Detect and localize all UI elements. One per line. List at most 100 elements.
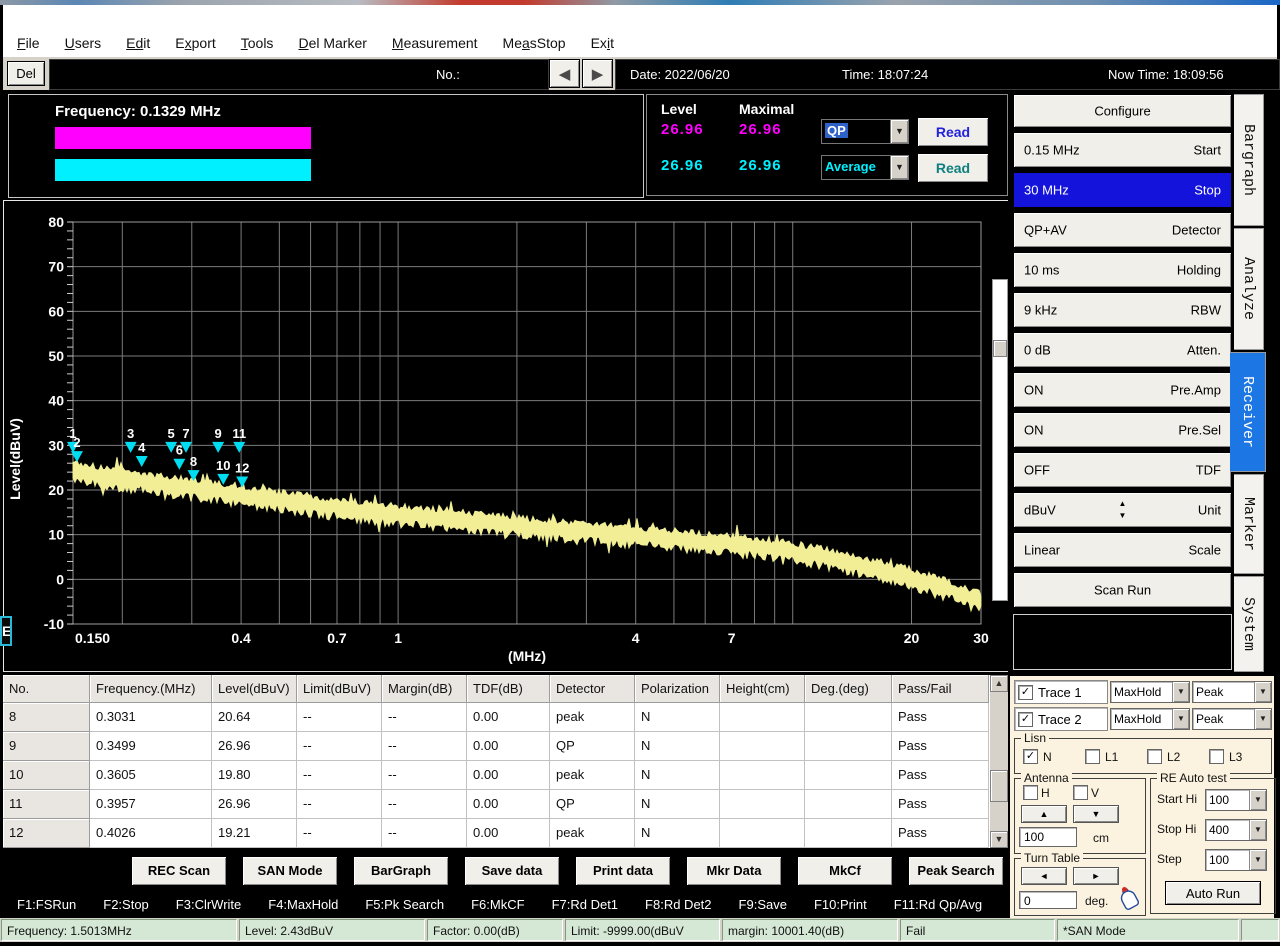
- scroll-down-icon[interactable]: ▼: [990, 831, 1008, 848]
- chevron-down-icon[interactable]: ▼: [1254, 709, 1271, 729]
- antenna-h-label: H: [1041, 786, 1050, 800]
- re-row-label: Start Hi: [1157, 792, 1197, 806]
- table-row[interactable]: 90.349926.96----0.00QPNPass: [3, 732, 1008, 761]
- mkr-data-button[interactable]: Mkr Data: [686, 856, 782, 886]
- softkey-detector[interactable]: QP+AVDetector: [1013, 212, 1232, 248]
- turn-left-button[interactable]: ◄: [1021, 867, 1067, 885]
- antenna-down-button[interactable]: ▼: [1073, 805, 1119, 823]
- softkey-holding[interactable]: 10 msHolding: [1013, 252, 1232, 288]
- tab-marker[interactable]: Marker: [1234, 474, 1264, 574]
- softkey-value: 9 kHz: [1024, 303, 1057, 318]
- softkey-pre-amp[interactable]: ONPre.Amp: [1013, 372, 1232, 408]
- table-scrollbar-thumb[interactable]: [990, 770, 1008, 802]
- softkey-label: Atten.: [1187, 343, 1221, 358]
- softkey-scan-run[interactable]: Scan Run: [1013, 572, 1232, 608]
- trace-2-detector-select[interactable]: Peak▼: [1192, 708, 1272, 730]
- trace-2-toggle[interactable]: ✓Trace 2: [1014, 707, 1108, 731]
- softkey-unit[interactable]: dBuVUnit▲▼: [1013, 492, 1232, 528]
- re-stop-hi-select[interactable]: 400▼: [1205, 819, 1267, 841]
- table-cell: QP: [550, 790, 635, 819]
- table-cell: N: [635, 761, 720, 790]
- tab-system[interactable]: System: [1234, 576, 1264, 672]
- bargraph-frequency-label: Frequency: 0.1329 MHz: [55, 103, 221, 120]
- svg-text:30: 30: [973, 630, 989, 646]
- softkey-atten[interactable]: 0 dBAtten.: [1013, 332, 1232, 368]
- antenna-v-checkbox[interactable]: [1073, 785, 1088, 800]
- san-mode-button[interactable]: SAN Mode: [242, 856, 338, 886]
- peak-search-button[interactable]: Peak Search: [908, 856, 1004, 886]
- lisn-l1-checkbox[interactable]: [1085, 749, 1100, 764]
- re-start-hi-select[interactable]: 100▼: [1205, 789, 1267, 811]
- next-record-button[interactable]: ▶: [582, 59, 613, 88]
- tab-analyze[interactable]: Analyze: [1234, 228, 1264, 350]
- softkey-stop[interactable]: 30 MHzStop: [1013, 172, 1232, 208]
- softkey-scale[interactable]: LinearScale: [1013, 532, 1232, 568]
- chevron-down-icon[interactable]: ▼: [1172, 709, 1189, 729]
- trace-1-mode-select[interactable]: MaxHold▼: [1110, 681, 1190, 703]
- table-scrollbar[interactable]: ▲▼: [990, 675, 1008, 848]
- menu-item-edit[interactable]: Edit: [126, 35, 150, 51]
- lisn-l2-checkbox[interactable]: [1147, 749, 1162, 764]
- lisn-n-checkbox[interactable]: ✓: [1023, 749, 1038, 764]
- spectrum-chart: 80706050403020100-100.1500.40.71472030(M…: [4, 201, 1007, 671]
- rec-scan-button[interactable]: REC Scan: [131, 856, 227, 886]
- prev-record-button[interactable]: ◀: [549, 59, 580, 88]
- chevron-down-icon[interactable]: ▼: [1249, 790, 1266, 810]
- antenna-h-checkbox[interactable]: [1023, 785, 1038, 800]
- mkcf-button[interactable]: MkCf: [797, 856, 893, 886]
- menu-item-del-marker[interactable]: Del Marker: [298, 35, 366, 51]
- menu-item-file[interactable]: File: [17, 35, 40, 51]
- chevron-down-icon[interactable]: ▼: [890, 156, 908, 179]
- re-step-select[interactable]: 100▼: [1205, 849, 1267, 871]
- trace-1-checkbox[interactable]: ✓: [1018, 685, 1033, 700]
- table-row[interactable]: 110.395726.96----0.00QPNPass: [3, 790, 1008, 819]
- softkey-configure[interactable]: Configure: [1013, 94, 1232, 128]
- read-button-2[interactable]: Read: [917, 153, 989, 183]
- chart-scrollbar-thumb[interactable]: [993, 340, 1007, 357]
- menu-item-export[interactable]: Export: [175, 35, 215, 51]
- tab-bargraph[interactable]: Bargraph: [1234, 94, 1264, 226]
- softkey-rbw[interactable]: 9 kHzRBW: [1013, 292, 1232, 328]
- detector-select-qp[interactable]: QP▼: [821, 119, 909, 144]
- chevron-down-icon[interactable]: ▼: [1172, 682, 1189, 702]
- tab-receiver[interactable]: Receiver: [1230, 352, 1266, 472]
- read-button-1[interactable]: Read: [917, 117, 989, 147]
- antenna-height-input[interactable]: 100: [1019, 827, 1077, 847]
- chevron-down-icon[interactable]: ▼: [1254, 682, 1271, 702]
- chevron-down-icon[interactable]: ▼: [1249, 850, 1266, 870]
- chevron-down-icon[interactable]: ▼: [1249, 820, 1266, 840]
- table-row[interactable]: 120.402619.21----0.00peakNPass: [3, 819, 1008, 848]
- spin-down-icon[interactable]: ▼: [1119, 512, 1127, 520]
- turn-angle-input[interactable]: 0: [1019, 891, 1077, 909]
- column-header-no: No.: [3, 675, 90, 703]
- bargraph-button[interactable]: BarGraph: [353, 856, 449, 886]
- spin-up-icon[interactable]: ▲: [1119, 500, 1127, 508]
- menu-item-measurement[interactable]: Measurement: [392, 35, 478, 51]
- print-data-button[interactable]: Print data: [575, 856, 671, 886]
- table-row[interactable]: 80.303120.64----0.00peakNPass: [3, 703, 1008, 732]
- chevron-down-icon[interactable]: ▼: [890, 120, 908, 143]
- antenna-up-button[interactable]: ▲: [1021, 805, 1067, 823]
- menu-item-users[interactable]: Users: [65, 35, 102, 51]
- trace-2-checkbox[interactable]: ✓: [1018, 712, 1033, 727]
- menu-item-exit[interactable]: Exit: [591, 35, 614, 51]
- softkey-pre-sel[interactable]: ONPre.Sel: [1013, 412, 1232, 448]
- trace-1-toggle[interactable]: ✓Trace 1: [1014, 680, 1108, 704]
- del-button[interactable]: Del: [7, 61, 45, 86]
- softkey-label: Holding: [1177, 263, 1221, 278]
- turn-right-button[interactable]: ►: [1073, 867, 1119, 885]
- trace-1-detector-select[interactable]: Peak▼: [1192, 681, 1272, 703]
- chart-vertical-scrollbar[interactable]: [992, 279, 1008, 601]
- softkey-tdf[interactable]: OFFTDF: [1013, 452, 1232, 488]
- softkey-label: Scale: [1188, 543, 1221, 558]
- trace-2-mode-select[interactable]: MaxHold▼: [1110, 708, 1190, 730]
- softkey-start[interactable]: 0.15 MHzStart: [1013, 132, 1232, 168]
- table-row[interactable]: 100.360519.80----0.00peakNPass: [3, 761, 1008, 790]
- menu-item-measstop[interactable]: MeasStop: [503, 35, 566, 51]
- menu-item-tools[interactable]: Tools: [241, 35, 274, 51]
- lisn-l3-checkbox[interactable]: [1209, 749, 1224, 764]
- detector-select-average[interactable]: Average▼: [821, 155, 909, 180]
- save-data-button[interactable]: Save data: [464, 856, 560, 886]
- auto-run-button[interactable]: Auto Run: [1165, 881, 1261, 905]
- scroll-up-icon[interactable]: ▲: [990, 675, 1008, 692]
